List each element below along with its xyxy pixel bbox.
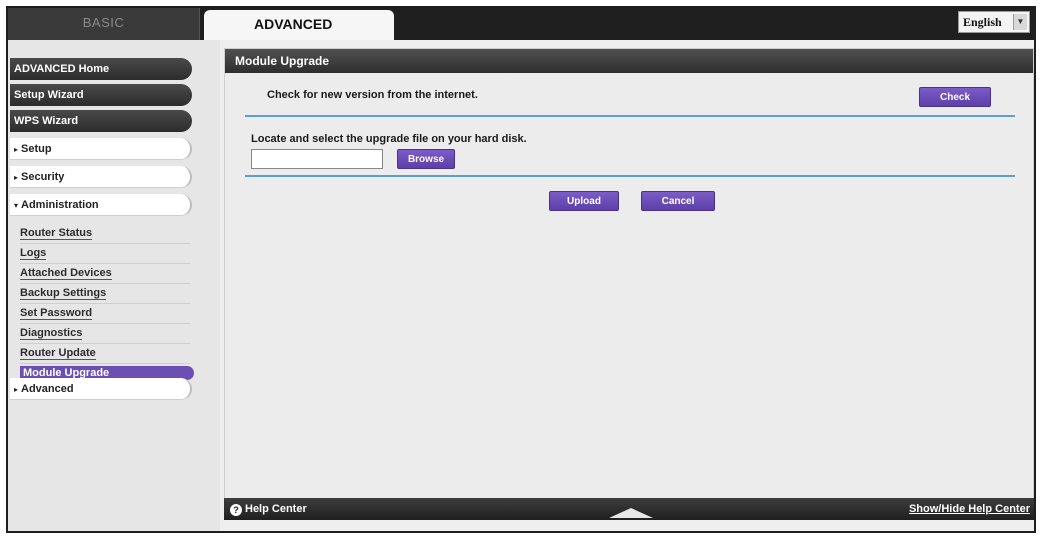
sidebar-item-set-password[interactable]: Set Password — [20, 304, 190, 324]
collapse-triangle-icon: ▾ — [14, 201, 19, 210]
sidebar-item-label: Diagnostics — [20, 327, 83, 340]
sidebar-item-setup-wizard[interactable]: Setup Wizard — [10, 84, 192, 106]
expand-help-arrow-icon[interactable] — [609, 508, 653, 518]
sidebar-item-label: Backup Settings — [20, 287, 107, 300]
cancel-button[interactable]: Cancel — [641, 191, 715, 211]
sidebar-item-label: Attached Devices — [20, 267, 112, 280]
page-title: Module Upgrade — [225, 49, 1033, 73]
sidebar-section-label: Advanced — [21, 383, 74, 395]
divider — [245, 115, 1015, 117]
chevron-down-icon[interactable]: ▼ — [1013, 14, 1027, 30]
sidebar-item-logs[interactable]: Logs — [20, 244, 190, 264]
check-version-text: Check for new version from the internet. — [267, 89, 478, 101]
sidebar-item-label: Logs — [20, 247, 47, 260]
sidebar-item-router-update[interactable]: Router Update — [20, 344, 190, 364]
sidebar-item-backup-settings[interactable]: Backup Settings — [20, 284, 190, 304]
check-button[interactable]: Check — [919, 87, 991, 107]
help-center-bar: ? Help Center Show/Hide Help Center — [224, 498, 1034, 520]
help-center-link[interactable]: ? Help Center — [230, 498, 307, 520]
sidebar-item-attached-devices[interactable]: Attached Devices — [20, 264, 190, 284]
divider — [245, 175, 1015, 177]
router-admin-window: BASIC ADVANCED English ▼ ADVANCED Home S… — [6, 6, 1036, 533]
expand-triangle-icon: ▸ — [14, 385, 19, 394]
locate-file-text: Locate and select the upgrade file on yo… — [251, 133, 527, 145]
upgrade-file-input[interactable] — [251, 149, 383, 169]
show-hide-help-link[interactable]: Show/Hide Help Center — [909, 498, 1030, 520]
sidebar-item-diagnostics[interactable]: Diagnostics — [20, 324, 190, 344]
browse-button[interactable]: Browse — [397, 149, 455, 169]
sidebar-item-router-status[interactable]: Router Status — [20, 224, 190, 244]
sidebar-section-label: Security — [21, 171, 65, 183]
tab-advanced[interactable]: ADVANCED — [204, 10, 394, 40]
upload-button[interactable]: Upload — [549, 191, 619, 211]
language-select[interactable]: English ▼ — [958, 11, 1030, 33]
sidebar-item-label: Router Update — [20, 347, 96, 360]
sidebar-section-label: Administration — [21, 199, 99, 211]
sidebar-section-setup[interactable]: ▸ Setup — [10, 138, 192, 160]
question-icon: ? — [230, 504, 242, 516]
expand-triangle-icon: ▸ — [14, 173, 19, 182]
sidebar-section-label: Setup — [21, 143, 52, 155]
sidebar-item-advanced-home[interactable]: ADVANCED Home — [10, 58, 192, 80]
sidebar-item-label: Set Password — [20, 307, 93, 320]
sidebar-item-wps-wizard[interactable]: WPS Wizard — [10, 110, 192, 132]
language-selected: English — [963, 15, 1002, 29]
expand-triangle-icon: ▸ — [14, 145, 19, 154]
sidebar-section-advanced[interactable]: ▸ Advanced — [10, 378, 192, 400]
sidebar-item-label: Router Status — [20, 227, 93, 240]
sidebar-section-security[interactable]: ▸ Security — [10, 166, 192, 188]
tab-basic[interactable]: BASIC — [8, 8, 200, 40]
sidebar-section-administration[interactable]: ▾ Administration — [10, 194, 192, 216]
main-panel: Module Upgrade Check for new version fro… — [224, 48, 1034, 518]
sidebar: ADVANCED Home Setup Wizard WPS Wizard ▸ S… — [8, 40, 220, 531]
help-center-label: Help Center — [245, 503, 307, 515]
top-tab-bar: BASIC ADVANCED English ▼ — [8, 8, 1034, 40]
